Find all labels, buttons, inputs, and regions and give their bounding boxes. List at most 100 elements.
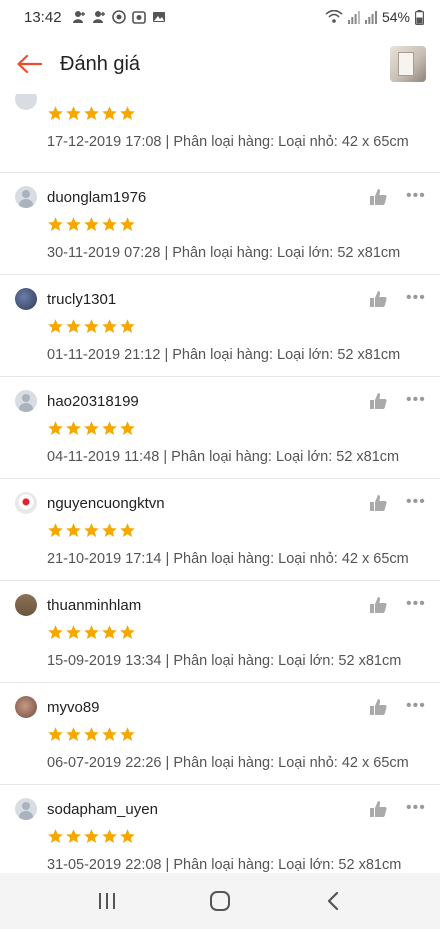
star-icon — [66, 522, 81, 537]
star-icon — [66, 624, 81, 639]
star-icon — [102, 105, 117, 120]
star-icon — [48, 726, 63, 741]
meta-separator: | — [161, 134, 174, 150]
back-button[interactable] — [14, 49, 44, 79]
star-icon — [66, 216, 81, 231]
thumbs-up-icon[interactable] — [368, 289, 388, 309]
star-icon — [120, 624, 135, 639]
meta-separator: | — [161, 857, 174, 873]
star-icon — [66, 420, 81, 435]
star-icon — [102, 420, 117, 435]
review-username[interactable]: nguyencuongktvn — [47, 495, 165, 512]
avatar[interactable] — [15, 798, 37, 820]
review-username[interactable]: thuanminhlam — [47, 597, 141, 614]
review-meta: 04-11-2019 11:48 | Phân loại hàng: Loại … — [47, 449, 426, 465]
star-icon — [66, 726, 81, 741]
more-options-icon[interactable]: ••• — [406, 186, 428, 206]
star-rating — [47, 213, 426, 235]
review-username[interactable]: myvo89 — [47, 699, 100, 716]
thumbs-up-icon[interactable] — [368, 187, 388, 207]
star-rating — [47, 825, 426, 847]
review-date: 31-05-2019 22:08 — [47, 857, 162, 873]
star-icon — [48, 828, 63, 843]
star-rating — [47, 723, 426, 745]
thumbs-up-icon[interactable] — [368, 595, 388, 615]
star-icon — [120, 318, 135, 333]
more-options-icon[interactable]: ••• — [406, 288, 428, 308]
image-icon — [152, 12, 165, 22]
product-thumbnail[interactable] — [390, 46, 426, 82]
review-username[interactable]: trucly1301 — [47, 291, 116, 308]
review-date: 04-11-2019 11:48 — [47, 449, 160, 465]
arrow-left-icon — [17, 54, 42, 74]
star-rating — [47, 417, 426, 439]
star-icon — [102, 522, 117, 537]
signal-icon — [364, 11, 377, 24]
review-item: duonglam1976 ••• 30-11-2019 07:28 | Phân… — [0, 173, 440, 274]
star-icon — [48, 105, 63, 120]
more-options-icon[interactable]: ••• — [406, 696, 428, 716]
review-variant: Phân loại hàng: Loại nhỏ: 42 x 65cm — [173, 134, 409, 150]
home-icon — [209, 891, 230, 911]
review-username[interactable]: duonglam1976 — [47, 189, 146, 206]
meta-separator: | — [161, 653, 174, 669]
home-button[interactable] — [190, 881, 250, 921]
meta-separator: | — [161, 551, 174, 567]
star-rating — [47, 315, 426, 337]
star-icon — [102, 624, 117, 639]
thumbs-up-icon[interactable] — [368, 697, 388, 717]
avatar[interactable] — [15, 492, 37, 514]
star-icon — [48, 318, 63, 333]
star-icon — [120, 726, 135, 741]
avatar[interactable] — [15, 390, 37, 412]
star-icon — [48, 420, 63, 435]
review-date: 30-11-2019 07:28 — [47, 245, 161, 261]
status-bar: 13:42 54% — [0, 0, 440, 34]
more-options-icon[interactable]: ••• — [406, 594, 428, 614]
avatar[interactable] — [15, 186, 37, 208]
review-item: thuanminhlam ••• 15-09-2019 13:34 | Phân… — [0, 581, 440, 682]
review-meta: 30-11-2019 07:28 | Phân loại hàng: Loại … — [47, 245, 426, 261]
avatar[interactable] — [15, 594, 37, 616]
star-icon — [102, 216, 117, 231]
review-meta: 17-12-2019 17:08 | Phân loại hàng: Loại … — [47, 134, 426, 150]
avatar[interactable] — [15, 696, 37, 718]
review-meta: 15-09-2019 13:34 | Phân loại hàng: Loại … — [47, 653, 426, 669]
recent-apps-button[interactable] — [77, 881, 137, 921]
review-item: nguyencuongktvn ••• 21-10-2019 17:14 | P… — [0, 479, 440, 580]
star-icon — [102, 828, 117, 843]
review-list[interactable]: 17-12-2019 17:08 | Phân loại hàng: Loại … — [0, 94, 440, 873]
thumbs-up-icon[interactable] — [368, 799, 388, 819]
review-username[interactable]: sodapham_uyen — [47, 801, 158, 818]
more-options-icon[interactable]: ••• — [406, 390, 428, 410]
status-time: 13:42 — [24, 8, 62, 26]
review-meta: 06-07-2019 22:26 | Phân loại hàng: Loại … — [47, 755, 426, 771]
star-icon — [120, 522, 135, 537]
avatar — [15, 94, 37, 110]
meta-separator: | — [160, 347, 173, 363]
more-options-icon[interactable]: ••• — [406, 798, 428, 818]
star-icon — [66, 828, 81, 843]
star-icon — [120, 828, 135, 843]
review-variant: Phân loại hàng: Loại lớn: 52 x81cm — [173, 653, 402, 669]
review-username[interactable]: hao20318199 — [47, 393, 139, 410]
review-item: 17-12-2019 17:08 | Phân loại hàng: Loại … — [0, 94, 440, 172]
vpn-icon — [111, 10, 126, 24]
meta-separator: | — [161, 755, 174, 771]
review-item: sodapham_uyen ••• 31-05-2019 22:08 | Phâ… — [0, 785, 440, 873]
star-icon — [120, 420, 135, 435]
star-icon — [48, 216, 63, 231]
star-icon — [66, 318, 81, 333]
star-icon — [102, 726, 117, 741]
avatar[interactable] — [15, 288, 37, 310]
thumbs-up-icon[interactable] — [368, 493, 388, 513]
thumbs-up-icon[interactable] — [368, 391, 388, 411]
star-rating — [47, 102, 426, 124]
review-date: 01-11-2019 21:12 — [47, 347, 161, 363]
nav-back-button[interactable] — [303, 881, 363, 921]
wifi-icon — [325, 10, 343, 23]
more-options-icon[interactable]: ••• — [406, 492, 428, 512]
review-item: trucly1301 ••• 01-11-2019 21:12 | Phân l… — [0, 275, 440, 376]
review-variant: Phân loại hàng: Loại lớn: 52 x81cm — [173, 857, 402, 873]
review-variant: Phân loại hàng: Loại nhỏ: 42 x 65cm — [173, 551, 409, 567]
